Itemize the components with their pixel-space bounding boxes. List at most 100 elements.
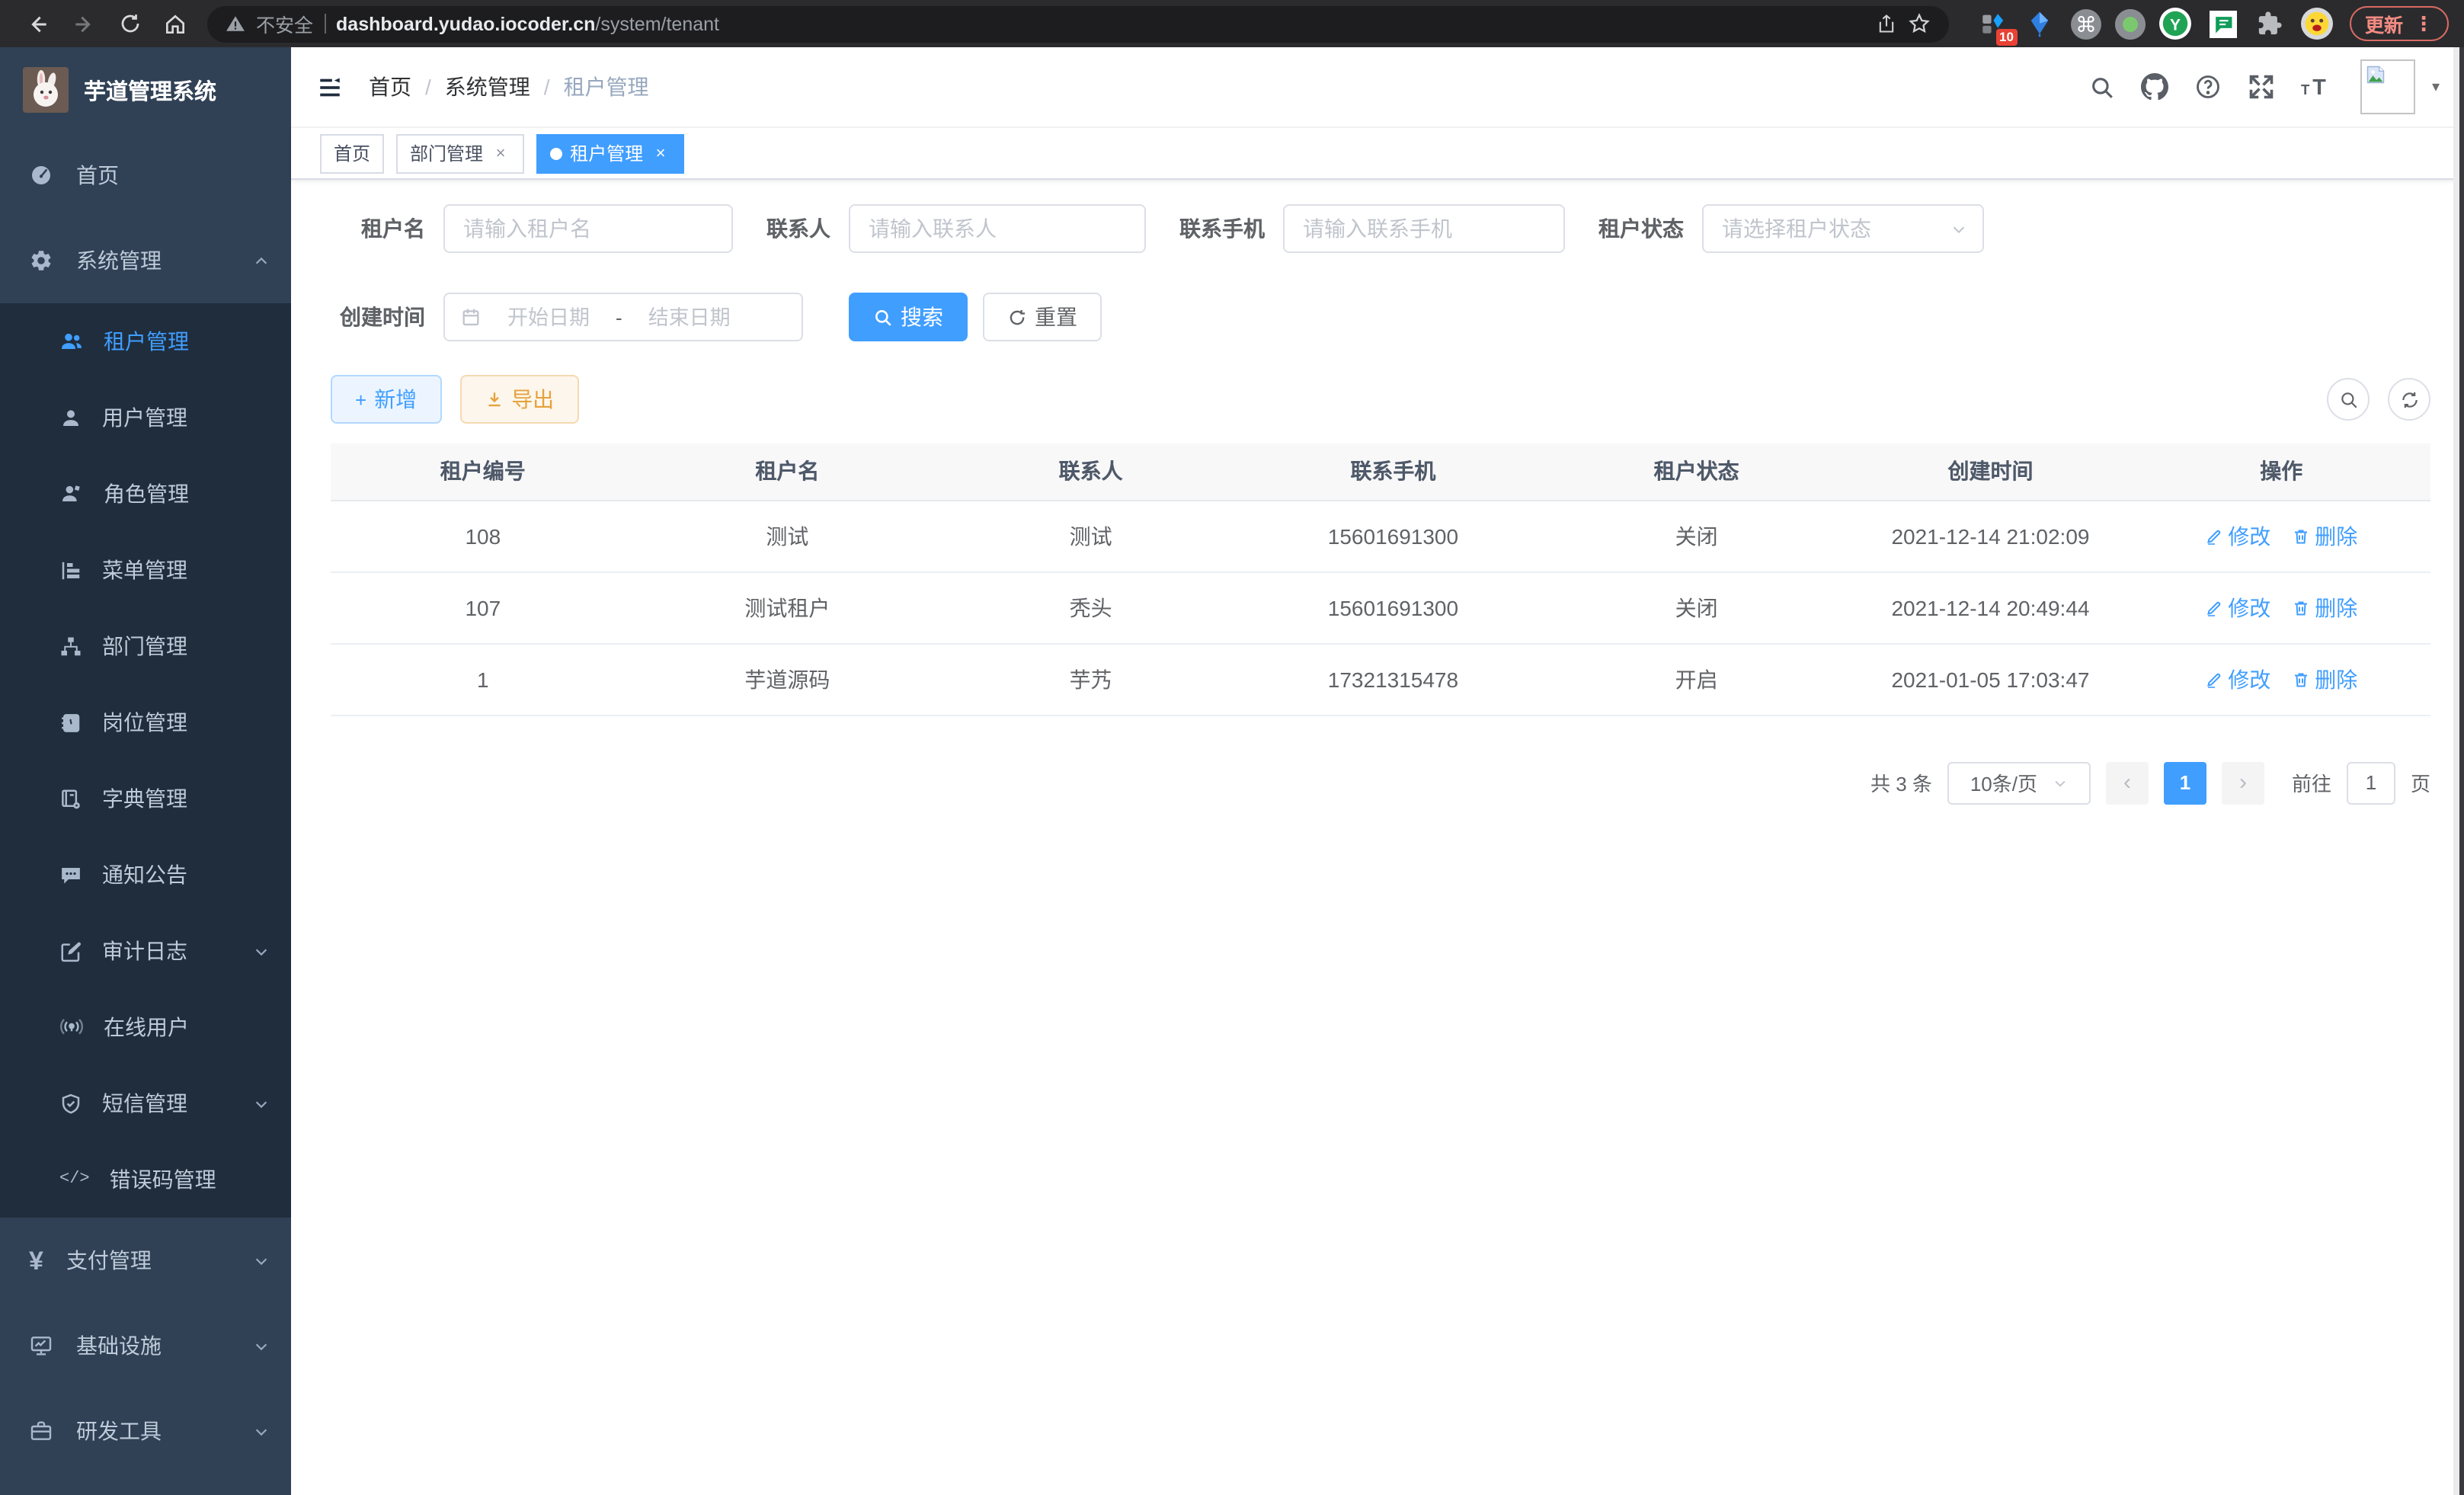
status-select[interactable]: 请选择租户状态 — [1702, 204, 1984, 253]
refresh-table-button[interactable] — [2388, 378, 2430, 421]
browser-menu-icon[interactable]: ⋮ — [2414, 11, 2434, 36]
sidebar-item-payment[interactable]: ¥ 支付管理 — [0, 1218, 291, 1303]
prev-page-button[interactable]: ‹ — [2106, 761, 2149, 804]
sidebar-item-infra[interactable]: 基础设施 — [0, 1303, 291, 1388]
close-icon[interactable]: × — [491, 144, 510, 162]
github-icon[interactable] — [2141, 73, 2168, 101]
logo-row[interactable]: 芋道管理系统 — [0, 47, 291, 133]
code-icon: </> — [59, 1171, 90, 1188]
sidebar-item-label: 用户管理 — [102, 402, 187, 433]
edit-link[interactable]: 修改 — [2205, 592, 2270, 623]
breadcrumb-home[interactable]: 首页 — [369, 72, 411, 102]
tag-home[interactable]: 首页 — [320, 133, 384, 173]
next-page-button[interactable]: › — [2222, 761, 2264, 804]
extension-kite-icon[interactable] — [2024, 7, 2057, 40]
user-icon — [59, 406, 82, 429]
delete-link[interactable]: 删除 — [2292, 592, 2357, 623]
sidebar-item-devtools[interactable]: 研发工具 — [0, 1388, 291, 1474]
share-icon[interactable] — [1876, 12, 1897, 35]
delete-link[interactable]: 删除 — [2292, 664, 2357, 694]
url-bar[interactable]: 不安全 dashboard.yudao.iocoder.cn/system/te… — [207, 5, 1949, 42]
contact-input[interactable] — [849, 204, 1146, 253]
sidebar-item-home[interactable]: 首页 — [0, 133, 291, 218]
extensions-puzzle-icon[interactable] — [2254, 7, 2287, 40]
sidebar-item-label: 基础设施 — [76, 1330, 162, 1361]
home-icon[interactable] — [152, 4, 198, 43]
sidebar-item-menu[interactable]: 菜单管理 — [0, 532, 291, 608]
org-chart-icon — [59, 635, 82, 658]
edit-link[interactable]: 修改 — [2205, 664, 2270, 694]
delete-link[interactable]: 删除 — [2292, 520, 2357, 551]
sidebar-item-audit-log[interactable]: 审计日志 — [0, 913, 291, 989]
col-header-name: 租户名 — [635, 443, 940, 500]
sidebar-item-user[interactable]: 用户管理 — [0, 379, 291, 456]
breadcrumb-system[interactable]: 系统管理 — [445, 72, 530, 102]
sidebar-item-notice[interactable]: 通知公告 — [0, 837, 291, 913]
url-text[interactable]: dashboard.yudao.iocoder.cn/system/tenant — [336, 13, 719, 34]
close-icon[interactable]: × — [651, 144, 670, 162]
chevron-down-icon[interactable]: ▾ — [2432, 78, 2440, 95]
extension-blocks-icon[interactable]: 10 — [1976, 7, 2010, 40]
sidebar-item-online-user[interactable]: 在线用户 — [0, 989, 291, 1065]
sidebar-item-label: 角色管理 — [104, 479, 189, 509]
status-text: 关闭 — [1544, 571, 1849, 643]
tag-dept[interactable]: 部门管理 × — [396, 133, 524, 173]
help-icon[interactable] — [2194, 73, 2222, 101]
profile-avatar-icon[interactable] — [2301, 7, 2334, 40]
extension-chat-icon[interactable] — [2206, 7, 2240, 40]
edit-icon — [2205, 527, 2223, 545]
monitor-icon — [29, 1333, 53, 1358]
end-date-input[interactable] — [632, 306, 747, 328]
sidebar-item-label: 短信管理 — [102, 1088, 187, 1119]
sidebar-item-role[interactable]: 角色管理 — [0, 456, 291, 532]
sidebar-item-post[interactable]: 岗位管理 — [0, 684, 291, 760]
bookmark-star-icon[interactable] — [1908, 12, 1931, 35]
reload-icon[interactable] — [107, 4, 152, 43]
extension-recorder-icon[interactable] — [2115, 8, 2146, 39]
export-button[interactable]: 导出 — [459, 375, 578, 424]
goto-page-input[interactable] — [2347, 761, 2395, 804]
extension-y-icon[interactable]: Y — [2159, 7, 2193, 40]
edit-link[interactable]: 修改 — [2205, 520, 2270, 551]
sidebar-item-tenant[interactable]: 租户管理 — [0, 303, 291, 379]
sidebar-item-label: 错误码管理 — [110, 1164, 216, 1195]
back-icon[interactable] — [15, 4, 61, 43]
goto-label: 前往 — [2292, 768, 2331, 797]
create-time-range[interactable]: - — [443, 293, 803, 341]
pagination: 共 3 条 10条/页 ‹ 1 › 前往 页 — [331, 761, 2430, 804]
browser-update-button[interactable]: 更新 ⋮ — [2350, 6, 2449, 41]
edit-icon — [2205, 598, 2223, 616]
pagination-total: 共 3 条 — [1870, 768, 1932, 797]
collapse-sidebar-icon[interactable] — [317, 74, 343, 100]
search-icon[interactable] — [2089, 74, 2115, 100]
dictionary-icon — [59, 787, 82, 810]
start-date-input[interactable] — [491, 306, 606, 328]
show-search-button[interactable] — [2327, 378, 2370, 421]
forward-icon[interactable] — [61, 4, 107, 43]
tenant-name-input[interactable] — [443, 204, 733, 253]
sidebar-item-dict[interactable]: 字典管理 — [0, 760, 291, 837]
reset-button[interactable]: 重置 — [983, 293, 1102, 341]
sidebar-item-sms[interactable]: 短信管理 — [0, 1065, 291, 1141]
security-label[interactable]: 不安全 — [256, 9, 313, 38]
extension-command-icon[interactable]: ⌘ — [2071, 8, 2101, 39]
current-page-button[interactable]: 1 — [2164, 761, 2206, 804]
sidebar-item-label: 支付管理 — [66, 1245, 152, 1276]
tag-tenant-active[interactable]: 租户管理 × — [536, 133, 684, 173]
sidebar-item-label: 审计日志 — [102, 936, 187, 966]
window-edge — [2453, 47, 2464, 1495]
page-size-select[interactable]: 10条/页 — [1947, 761, 2091, 804]
search-button[interactable]: 搜索 — [849, 293, 968, 341]
broken-image-icon — [2365, 64, 2386, 85]
sidebar-item-system[interactable]: 系统管理 — [0, 218, 291, 303]
sidebar-item-dept[interactable]: 部门管理 — [0, 608, 291, 684]
col-header-status: 租户状态 — [1544, 443, 1849, 500]
fullscreen-icon[interactable] — [2248, 73, 2275, 101]
url-divider — [324, 14, 325, 34]
add-button[interactable]: + 新增 — [331, 375, 441, 424]
font-size-icon[interactable]: TT — [2301, 73, 2334, 101]
user-avatar[interactable] — [2360, 59, 2415, 114]
breadcrumb-separator: / — [425, 75, 431, 99]
mobile-input[interactable] — [1283, 204, 1565, 253]
sidebar-item-errcode[interactable]: </> 错误码管理 — [0, 1141, 291, 1218]
